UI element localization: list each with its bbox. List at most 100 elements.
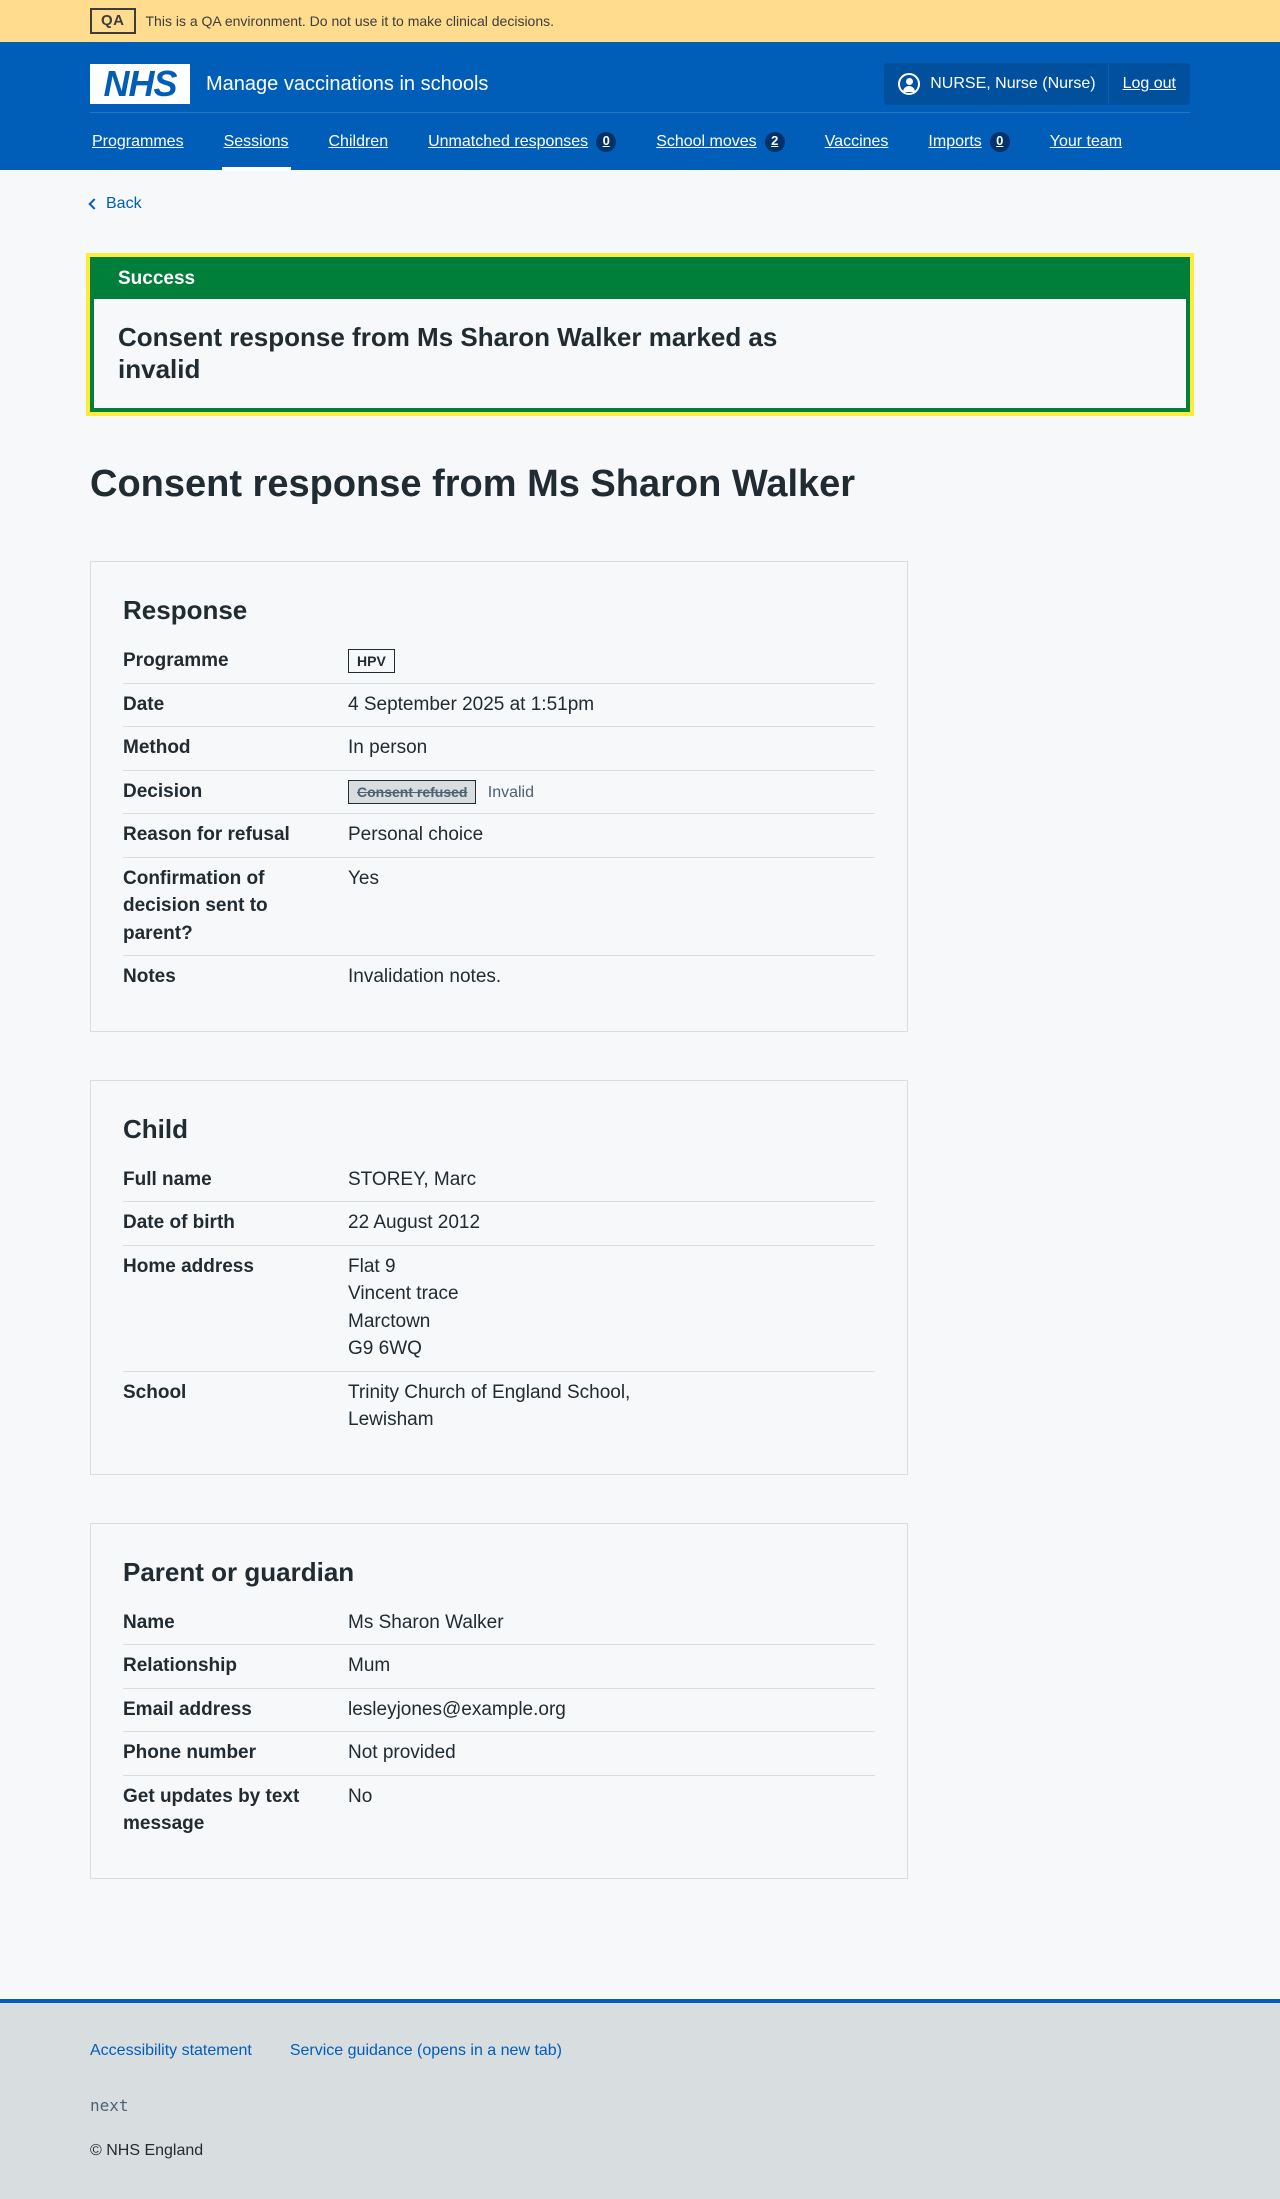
nhs-logo-text: NHS	[103, 63, 177, 104]
summary-row-method: Method In person	[123, 727, 875, 771]
primary-nav: Programmes Sessions Children Unmatched r…	[90, 112, 1190, 171]
qa-tag: QA	[90, 8, 136, 34]
summary-key: Phone number	[123, 1742, 257, 1764]
nav-school-moves-label: School moves	[656, 132, 757, 150]
nav-imports-label: Imports	[928, 132, 982, 150]
decision-invalid-hint: Invalid	[487, 783, 534, 801]
summary-key: Decision	[123, 780, 203, 802]
child-card-heading: Child	[123, 1113, 188, 1144]
summary-value: Not provided	[348, 1742, 456, 1764]
programme-tag: HPV	[348, 649, 395, 674]
summary-row-phone: Phone number Not provided	[123, 1732, 875, 1776]
nav-children[interactable]: Children	[327, 113, 391, 171]
qa-banner-text: This is a QA environment. Do not use it …	[145, 12, 555, 29]
copyright: © NHS England	[90, 2142, 204, 2160]
accessibility-statement-link[interactable]: Accessibility statement	[90, 2039, 252, 2062]
summary-value: Ms Sharon Walker	[348, 1611, 504, 1633]
account-user: NURSE, Nurse (Nurse)	[884, 63, 1107, 105]
nav-unmatched-responses[interactable]: Unmatched responses 0	[426, 113, 618, 171]
summary-row-email: Email address lesleyjones@example.org	[123, 1689, 875, 1733]
summary-value: Personal choice	[348, 824, 484, 846]
summary-row-text-updates: Get updates by text message No	[123, 1776, 875, 1846]
summary-key: Method	[123, 737, 191, 759]
summary-row-date: Date 4 September 2025 at 1:51pm	[123, 684, 875, 728]
address-line: Vincent trace	[348, 1283, 459, 1305]
summary-row-dob: Date of birth 22 August 2012	[123, 1202, 875, 1246]
account-menu: NURSE, Nurse (Nurse) Log out	[884, 63, 1190, 105]
summary-key: Date	[123, 693, 165, 715]
success-banner-message: Consent response from Ms Sharon Walker m…	[118, 321, 778, 385]
main-content: Back Success Consent response from Ms Sh…	[88, 192, 1190, 1879]
summary-row-notes: Notes Invalidation notes.	[123, 956, 875, 999]
summary-row-address: Home address Flat 9 Vincent trace Marcto…	[123, 1246, 875, 1372]
summary-key: Get updates by text message	[123, 1785, 300, 1835]
unmatched-count-badge: 0	[596, 131, 617, 152]
qa-banner: QA This is a QA environment. Do not use …	[0, 0, 1280, 42]
success-banner-heading: Success	[94, 261, 1186, 299]
summary-value: No	[348, 1785, 373, 1807]
parent-card: Parent or guardian Name Ms Sharon Walker…	[90, 1523, 908, 1879]
summary-key: Relationship	[123, 1655, 238, 1677]
site-footer: Accessibility statement Service guidance…	[0, 1999, 1280, 2199]
nav-programmes[interactable]: Programmes	[90, 113, 186, 171]
summary-key: Notes	[123, 966, 176, 988]
summary-key: Confirmation of decision sent to parent?	[123, 867, 268, 944]
summary-value: Mum	[348, 1655, 391, 1677]
response-card-heading: Response	[123, 595, 248, 626]
imports-count-badge: 0	[989, 131, 1010, 152]
summary-value: In person	[348, 737, 428, 759]
service-name[interactable]: Manage vaccinations in schools	[206, 70, 488, 99]
nav-school-moves[interactable]: School moves 2	[654, 113, 787, 171]
summary-row-full-name: Full name STOREY, Marc	[123, 1159, 875, 1203]
parent-card-heading: Parent or guardian	[123, 1557, 355, 1587]
nav-vaccines[interactable]: Vaccines	[823, 113, 891, 171]
summary-key: Reason for refusal	[123, 824, 290, 846]
service-guidance-link[interactable]: Service guidance (opens in a new tab)	[290, 2039, 562, 2062]
summary-row-parent-name: Name Ms Sharon Walker	[123, 1602, 875, 1646]
child-card: Child Full name STOREY, Marc Date of bir…	[90, 1079, 908, 1475]
user-icon	[898, 73, 921, 95]
school-moves-count-badge: 2	[764, 131, 785, 152]
summary-key: Programme	[123, 650, 229, 672]
summary-key: Email address	[123, 1698, 252, 1720]
summary-row-confirmation: Confirmation of decision sent to parent?…	[123, 858, 875, 957]
decision-tag: Consent refused	[348, 779, 477, 804]
back-link[interactable]: Back	[88, 192, 1190, 215]
nav-sessions[interactable]: Sessions	[221, 113, 291, 171]
response-card: Response Programme HPV Date 4 September …	[90, 561, 908, 1032]
page-title: Consent response from Ms Sharon Walker	[90, 462, 856, 505]
logout-link[interactable]: Log out	[1107, 63, 1190, 105]
address-line: Flat 9	[348, 1255, 396, 1277]
nav-unmatched-label: Unmatched responses	[428, 132, 589, 150]
brand[interactable]: NHS Manage vaccinations in schools	[90, 64, 488, 104]
summary-row-relationship: Relationship Mum	[123, 1645, 875, 1689]
site-header: NHS Manage vaccinations in schools NURSE…	[0, 42, 1280, 171]
nav-your-team[interactable]: Your team	[1048, 113, 1124, 171]
summary-value: STOREY, Marc	[348, 1168, 477, 1190]
summary-row-reason: Reason for refusal Personal choice	[123, 814, 875, 858]
summary-value: 4 September 2025 at 1:51pm	[348, 693, 595, 715]
address-value: Flat 9 Vincent trace Marctown G9 6WQ	[348, 1253, 688, 1363]
address-line: G9 6WQ	[348, 1338, 422, 1360]
nav-imports[interactable]: Imports 0	[926, 113, 1011, 171]
summary-key: Full name	[123, 1168, 212, 1190]
summary-row-school: School Trinity Church of England School,…	[123, 1372, 875, 1442]
summary-value: Trinity Church of England School, Lewish…	[348, 1381, 631, 1431]
summary-key: Name	[123, 1611, 175, 1633]
summary-value: Yes	[348, 867, 379, 889]
address-line: Marctown	[348, 1310, 431, 1332]
app-version: next	[90, 2096, 129, 2116]
summary-value: 22 August 2012	[348, 1212, 481, 1234]
summary-key: Home address	[123, 1255, 254, 1277]
summary-value: lesleyjones@example.org	[348, 1698, 566, 1720]
summary-value: Invalidation notes.	[348, 966, 502, 988]
summary-key: School	[123, 1381, 187, 1403]
page: QA This is a QA environment. Do not use …	[0, 0, 1280, 2199]
back-link-label: Back	[106, 195, 142, 212]
nhs-logo[interactable]: NHS	[90, 64, 190, 104]
summary-key: Date of birth	[123, 1212, 235, 1234]
summary-row-decision: Decision Consent refused Invalid	[123, 771, 875, 815]
success-banner: Success Consent response from Ms Sharon …	[90, 257, 1190, 412]
chevron-left-icon	[88, 197, 100, 210]
account-user-name: NURSE, Nurse (Nurse)	[930, 75, 1096, 93]
